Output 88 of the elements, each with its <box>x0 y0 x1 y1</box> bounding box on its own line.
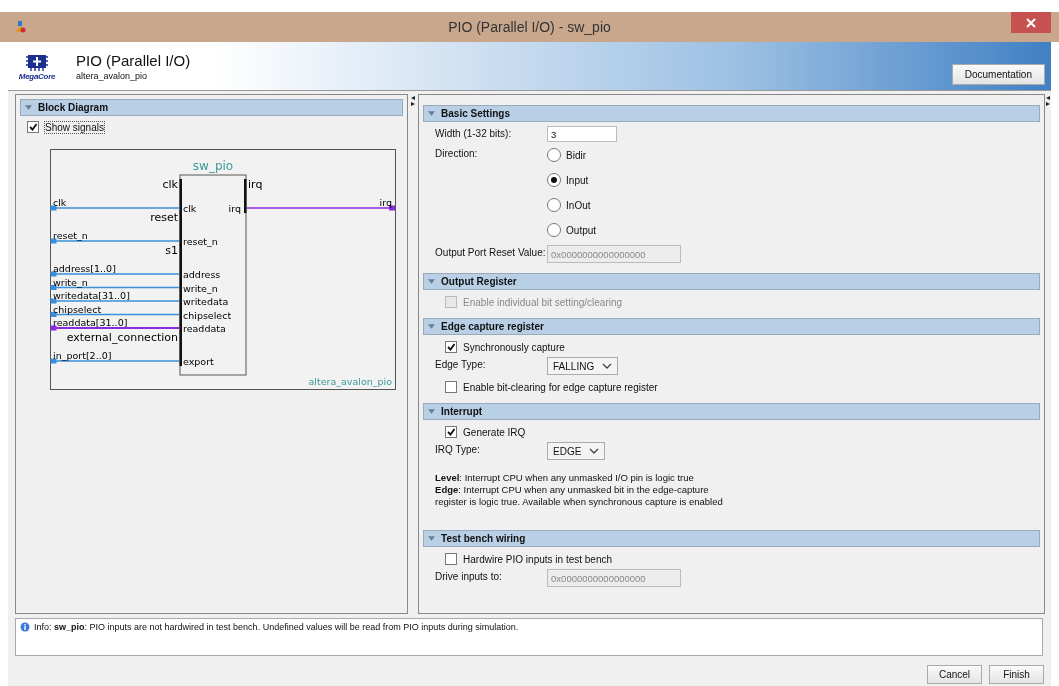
radio-button[interactable] <box>547 148 562 162</box>
collapse-triangle-icon <box>428 324 436 329</box>
signal-name: irq <box>379 197 392 208</box>
chevron-down-icon <box>602 363 613 369</box>
interface-label: external_connection <box>66 331 178 344</box>
field-label: IRQ Type: <box>435 443 481 455</box>
signal-name: chipselect <box>53 303 102 315</box>
radio-label[interactable]: Output <box>566 224 597 236</box>
collapse-triangle-icon <box>428 279 436 284</box>
field-label: Direction: <box>435 147 479 159</box>
cancel-button[interactable]: Cancel <box>927 665 982 684</box>
checkbox[interactable] <box>445 553 458 565</box>
collapse-triangle-icon <box>428 536 436 541</box>
help-text: Level: Interrupt CPU when any unmasked I/O pin is logic true <box>435 472 695 484</box>
signal-name: write_n <box>53 276 88 288</box>
field-label: Width (1-32 bits): <box>435 127 513 139</box>
checkbox-label[interactable]: Synchronously capture <box>463 341 565 353</box>
signal-name: address[1..0] <box>53 263 116 274</box>
close-button[interactable] <box>1011 12 1051 33</box>
interface-label: reset <box>150 211 178 224</box>
port-name: readdata <box>183 323 226 334</box>
finish-button[interactable]: Finish <box>989 665 1044 684</box>
field-label: Output Port Reset Value: <box>435 246 547 258</box>
port-name: clk <box>183 203 197 214</box>
port-name: chipselect <box>183 309 232 321</box>
radio-label[interactable]: Bidir <box>566 149 587 161</box>
checkbox-label[interactable]: Show signals <box>45 121 104 133</box>
radio-button[interactable] <box>547 223 562 237</box>
radio-button[interactable] <box>547 173 562 187</box>
checkbox[interactable] <box>445 426 458 438</box>
section-header[interactable]: Basic Settings <box>423 105 1041 122</box>
pin-marker <box>50 271 57 277</box>
signal-name: reset_n <box>53 230 88 241</box>
signal-name: writedata[31..0] <box>53 290 130 301</box>
port-name: irq <box>228 203 241 214</box>
instance-name: sw_pio <box>192 159 234 173</box>
pin-marker <box>50 325 57 331</box>
pin-marker <box>50 298 57 304</box>
checkbox-label[interactable]: Hardwire PIO inputs in test bench <box>463 553 613 565</box>
app-icon <box>14 21 26 33</box>
port-name: export <box>183 356 214 367</box>
pin-marker <box>50 205 57 211</box>
checkbox-label[interactable]: Generate IRQ <box>463 426 526 438</box>
splitter-arrows-icon[interactable] <box>1046 96 1050 106</box>
interface-label: clk <box>162 178 178 191</box>
port-name: address <box>183 269 221 280</box>
field-label: Drive inputs to: <box>435 570 503 582</box>
module-name: altera_avalon_pio <box>308 376 392 387</box>
component-subtitle: altera_avalon_pio <box>76 70 149 81</box>
collapse-triangle-icon <box>25 105 32 110</box>
checkbox[interactable] <box>445 381 458 393</box>
section-header[interactable]: Edge capture register <box>423 318 1041 335</box>
signal-name: in_port[2..0] <box>53 350 112 361</box>
component-title: PIO (Parallel I/O) <box>76 51 192 69</box>
chevron-down-icon <box>589 448 600 454</box>
checkbox[interactable] <box>27 121 39 133</box>
interface-label: irq <box>248 178 263 191</box>
radio-label[interactable]: Input <box>566 174 589 186</box>
collapse-triangle-icon <box>428 111 436 116</box>
section-header[interactable]: Block Diagram <box>20 99 404 116</box>
section-header[interactable]: Test bench wiring <box>423 530 1041 547</box>
checkbox[interactable] <box>445 341 458 353</box>
checkbox-label[interactable]: Enable bit-clearing for edge capture register <box>463 381 658 393</box>
radio-button[interactable] <box>547 198 562 212</box>
help-text: Edge: Interrupt CPU when any unmasked bit in the edge-capture <box>435 484 710 496</box>
splitter-arrows-icon[interactable] <box>411 96 416 106</box>
signal-name: readdata[31..0] <box>53 317 128 328</box>
text-field[interactable]: 3 <box>547 126 618 142</box>
port-name: reset_n <box>183 236 218 247</box>
dropdown[interactable]: EDGE <box>547 442 606 460</box>
section-header[interactable]: Interrupt <box>423 403 1041 420</box>
interface-bar <box>244 179 247 213</box>
signal-name: clk <box>53 197 67 208</box>
documentation-button[interactable]: Documentation <box>951 64 1045 85</box>
help-text: register is logic true. Available when synchronous capture is enabled <box>435 496 724 508</box>
info-message: Info: sw_pio: PIO inputs are not hardwired in test bench. Undefined values will be read from PIO inputs during simulation. <box>34 622 519 632</box>
field-label: Edge Type: <box>435 358 487 370</box>
window-title: PIO (Parallel I/O) - sw_pio <box>448 19 611 35</box>
port-name: write_n <box>183 282 218 294</box>
close-icon <box>1026 17 1036 28</box>
logo-caption: MegaCore <box>18 71 56 81</box>
collapse-triangle-icon <box>428 409 436 414</box>
port-name: writedata <box>183 296 229 307</box>
section-header[interactable]: Output Register <box>423 273 1041 290</box>
info-icon <box>20 622 30 632</box>
radio-label[interactable]: InOut <box>566 199 591 211</box>
dropdown[interactable]: FALLING <box>547 357 619 375</box>
interface-label: s1 <box>165 244 178 257</box>
